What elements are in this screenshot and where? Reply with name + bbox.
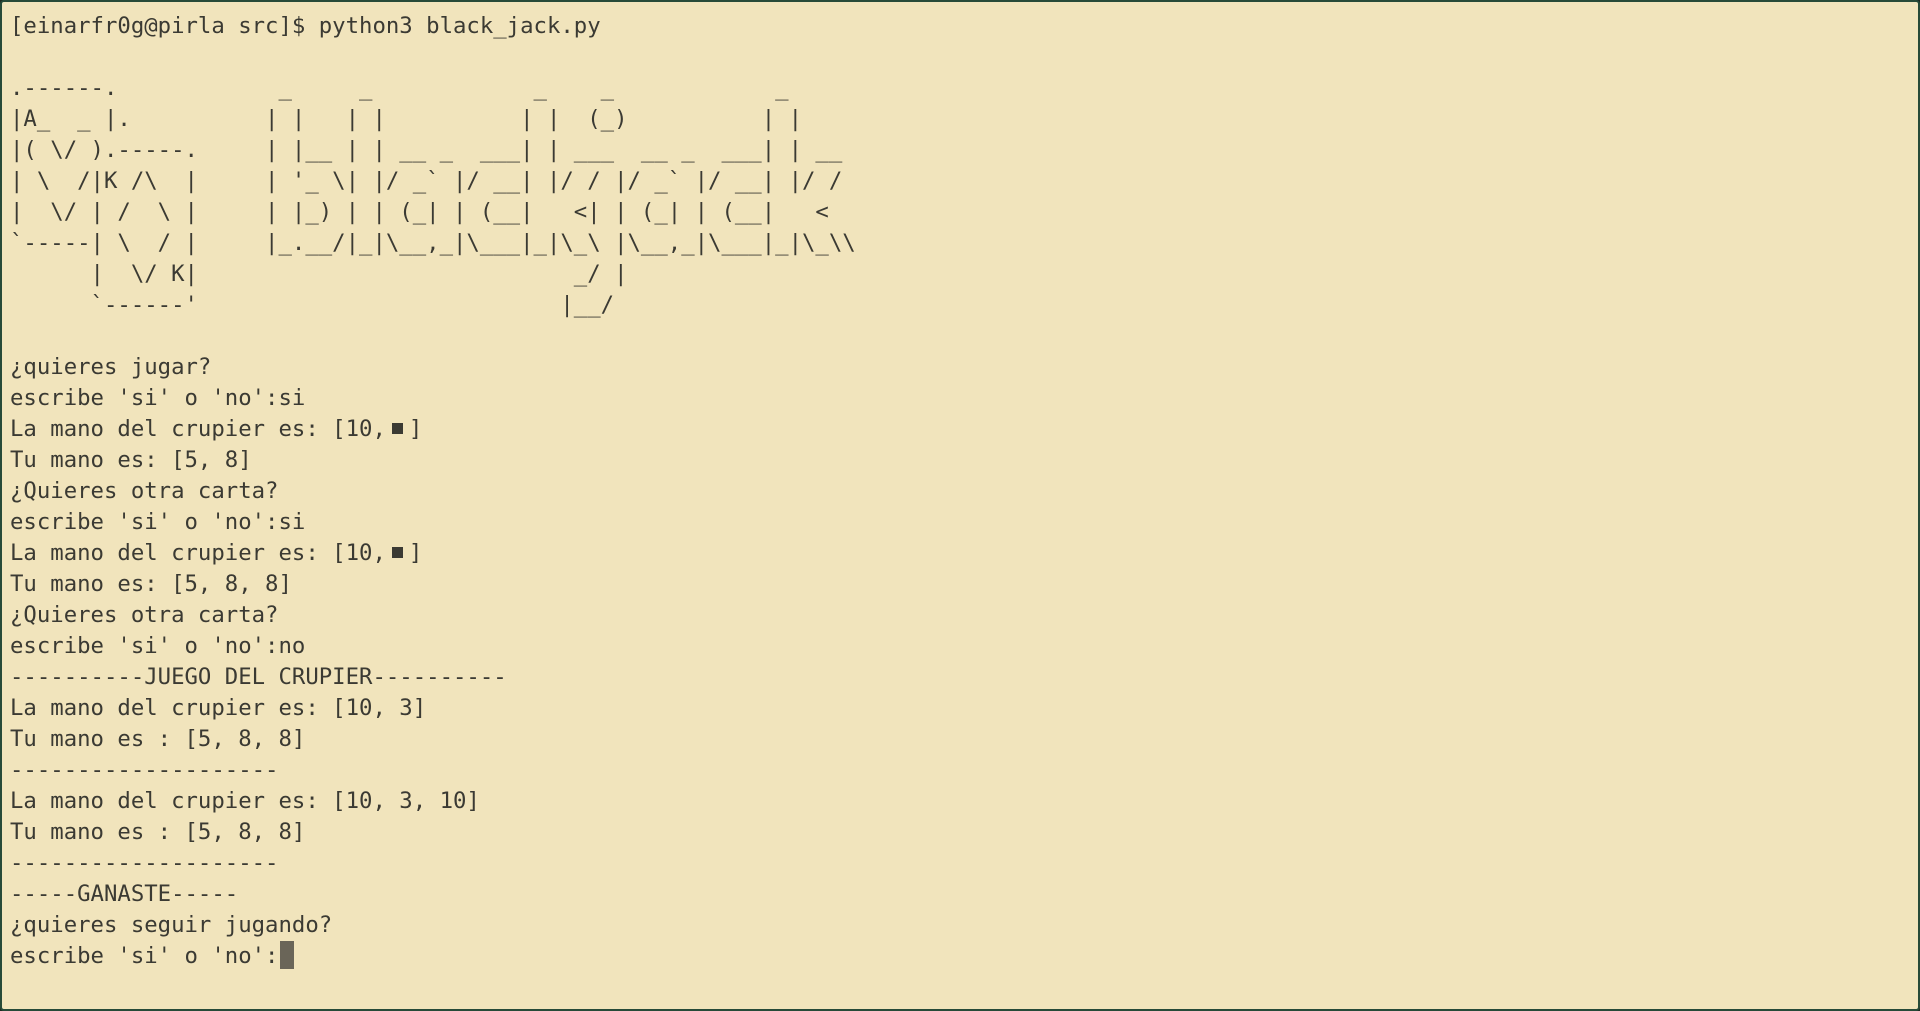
player-hand-line: Tu mano es : [5, 8, 8] (10, 726, 306, 752)
banner-line: .------. _ _ _ _ _ (10, 75, 789, 101)
player-hand-line: Tu mano es : [5, 8, 8] (10, 819, 306, 845)
current-prompt-text: escribe 'si' o 'no': (10, 943, 279, 969)
dealer-hand-text: La mano del crupier es: [10, (10, 540, 386, 566)
dealer-hand-close: ] (408, 416, 423, 442)
ask-continue-text: ¿quieres seguir jugando? (10, 912, 333, 938)
terminal-window[interactable]: [einarfr0g@pirla src]$ python3 black_jac… (0, 0, 1920, 1011)
dealer-hand-text: La mano del crupier es: [10, (10, 416, 386, 442)
ask-play-text: ¿quieres jugar? (10, 354, 212, 380)
separator-line: -------------------- (10, 757, 279, 783)
ascii-banner: .------. _ _ _ _ _ |A_ _ |. | | | | | | … (10, 73, 1910, 321)
banner-line: |( \/ ).-----. | |__ | | __ _ ___| | ___… (10, 137, 843, 163)
separator-line: -------------------- (10, 850, 279, 876)
prompt-answer: escribe 'si' o 'no':si (10, 509, 306, 535)
prompt-answer: escribe 'si' o 'no':no (10, 633, 306, 659)
dealer-hand-line: La mano del crupier es: [10,] (10, 414, 1910, 445)
player-hand-line: Tu mano es: [5, 8, 8] (10, 571, 292, 597)
command-line: [einarfr0g@pirla src]$ python3 black_jac… (10, 13, 601, 39)
banner-line: | \ /|K /\ | | '_ \| |/ _` |/ __| |/ / |… (10, 168, 843, 194)
cursor-icon[interactable] (280, 941, 295, 969)
hidden-card-icon (391, 423, 403, 434)
hidden-card-icon (391, 547, 403, 558)
result-text: -----GANASTE----- (10, 881, 239, 907)
ask-card-text: ¿Quieres otra carta? (10, 602, 279, 628)
banner-line: `------' |__/ (10, 292, 615, 318)
dealer-hand-line: La mano del crupier es: [10, 3] (10, 695, 427, 721)
prompt-answer: escribe 'si' o 'no':si (10, 385, 306, 411)
banner-line: |A_ _ |. | | | | | | (_) | | (10, 106, 803, 132)
terminal-output: [einarfr0g@pirla src]$ python3 black_jac… (10, 11, 1910, 1001)
ask-card-text: ¿Quieres otra carta? (10, 478, 279, 504)
dealer-hand-line: La mano del crupier es: [10,] (10, 538, 1910, 569)
player-hand-line: Tu mano es: [5, 8] (10, 447, 252, 473)
banner-line: `-----| \ / | |_.__/|_|\__,_|\___|_|\_\ … (10, 230, 856, 256)
dealer-hand-close: ] (408, 540, 423, 566)
current-prompt-line[interactable]: escribe 'si' o 'no': (10, 941, 1910, 972)
banner-line: | \/ | / \ | | |_) | | (_| | (__| <| | (… (10, 199, 829, 225)
dealer-turn-header: ----------JUEGO DEL CRUPIER---------- (10, 664, 507, 690)
dealer-hand-line: La mano del crupier es: [10, 3, 10] (10, 788, 480, 814)
banner-line: | \/ K| _/ | (10, 261, 628, 287)
